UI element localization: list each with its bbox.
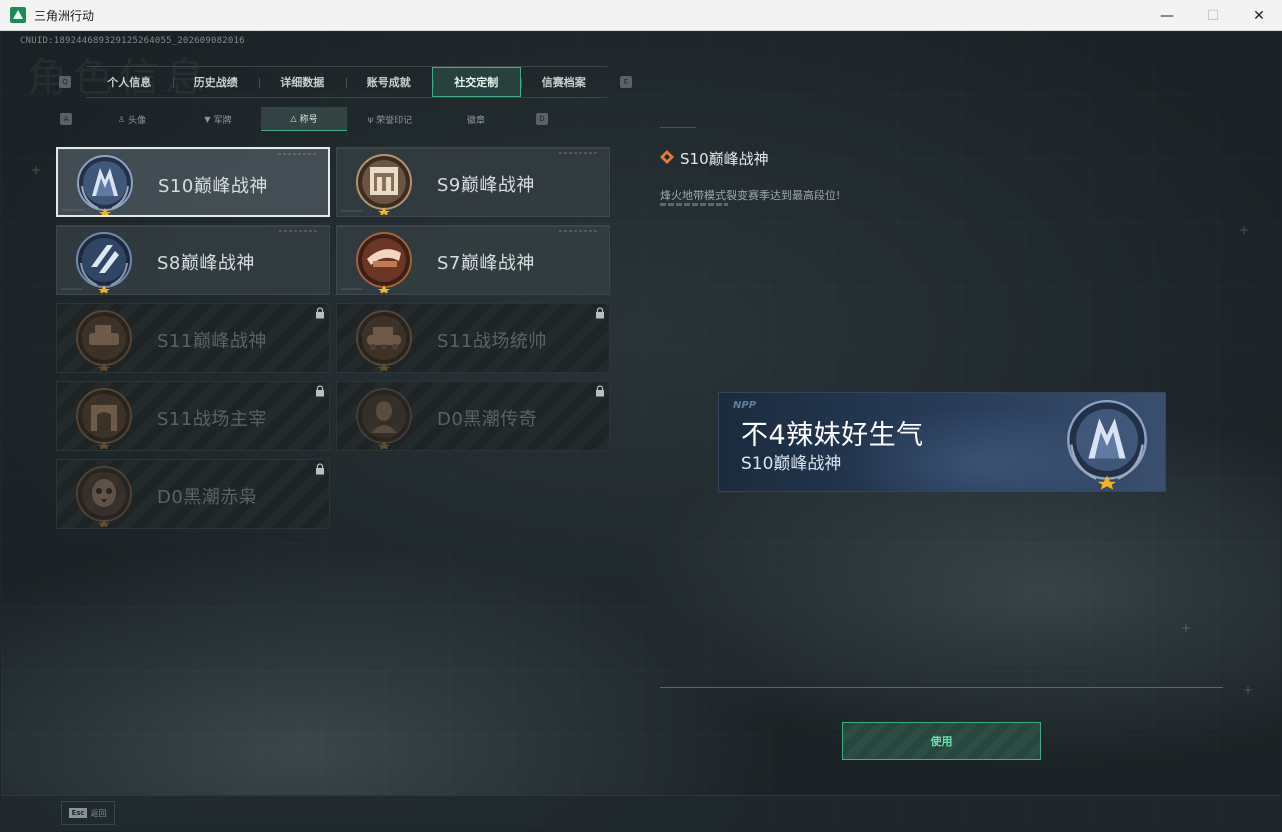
banner-title: S10巅峰战神 <box>741 454 842 474</box>
close-button[interactable]: ✕ <box>1236 0 1282 31</box>
s8-peak-badge-icon <box>76 232 132 293</box>
d0-legend-badge-icon <box>356 388 412 449</box>
subtab-honor[interactable]: ψ 荣誉印记 <box>347 107 433 131</box>
title-card[interactable]: S10巅峰战神 <box>56 147 330 217</box>
bottom-bar: Esc 返回 <box>1 795 1281 831</box>
title-card-label: D0黑潮赤枭 <box>157 487 258 508</box>
card-decoration <box>279 230 319 232</box>
s11-commander-badge-icon <box>356 310 412 371</box>
crosshair-icon: + <box>1181 621 1192 635</box>
card-decoration <box>559 230 599 232</box>
title-card-label: S8巅峰战神 <box>157 253 255 274</box>
crosshair-icon: + <box>1243 683 1254 697</box>
minimize-button[interactable]: — <box>1144 0 1190 31</box>
esc-key-hint: Esc <box>69 808 87 818</box>
lock-icon <box>596 307 604 319</box>
use-button[interactable]: 使用 <box>842 722 1041 760</box>
back-button-label: 返回 <box>90 808 107 818</box>
title-card-label: S7巅峰战神 <box>437 253 535 274</box>
subtab-dogtag[interactable]: ▼ 军牌 <box>175 107 261 131</box>
subtab-label: 荣誉印记 <box>376 115 413 126</box>
title-card-locked[interactable]: S11战场主宰 <box>56 381 330 451</box>
title-card-label: S11巅峰战神 <box>157 331 267 352</box>
title-card-label: S10巅峰战神 <box>158 176 268 197</box>
s11-peak-badge-icon <box>76 310 132 371</box>
main-tab-prev-key[interactable]: Q <box>59 76 71 88</box>
tab-social-custom[interactable]: 社交定制 <box>432 67 521 97</box>
action-divider <box>660 687 1223 688</box>
tab-achievements[interactable]: 账号成就 <box>345 67 433 97</box>
crosshair-icon: + <box>1239 223 1250 237</box>
title-card-locked[interactable]: D0黑潮传奇 <box>336 381 610 451</box>
subtab-label: 称号 <box>299 115 318 125</box>
window-titlebar: 三角洲行动 — ☐ ✕ <box>0 0 1282 31</box>
subtab-badge[interactable]: 徽章 <box>433 107 519 131</box>
card-decoration <box>337 226 609 227</box>
lock-icon <box>316 385 324 397</box>
s10-peak-badge-icon <box>1067 399 1147 490</box>
lock-icon <box>316 307 324 319</box>
triangle-icon: △ <box>290 114 297 123</box>
window-title: 三角洲行动 <box>34 8 95 23</box>
card-decoration <box>337 148 609 149</box>
d0-owl-badge-icon <box>76 466 132 527</box>
tab-history[interactable]: 历史战绩 <box>172 67 260 97</box>
main-tab-next-key[interactable]: E <box>620 76 632 88</box>
card-decoration <box>278 153 318 155</box>
lock-icon <box>596 385 604 397</box>
s10-peak-badge-icon <box>77 155 133 215</box>
maximize-button[interactable]: ☐ <box>1190 0 1236 31</box>
tab-personal-info[interactable]: 个人信息 <box>86 67 173 97</box>
subtab-avatar[interactable]: ♙ 头像 <box>89 107 175 131</box>
card-decoration <box>57 226 329 227</box>
subtab-title[interactable]: △ 称号 <box>261 107 347 131</box>
card-decoration <box>559 152 599 154</box>
card-decoration <box>58 149 328 150</box>
back-button[interactable]: Esc 返回 <box>61 801 115 825</box>
s11-dominator-badge-icon <box>76 388 132 449</box>
title-card[interactable]: S8巅峰战神 <box>56 225 330 295</box>
main-tabs: 个人信息 历史战绩 详细数据 账号成就 社交定制 信赛档案 <box>86 66 607 98</box>
subtab-label: 徽章 <box>466 115 485 126</box>
title-card-locked[interactable]: D0黑潮赤枭 <box>56 459 330 529</box>
honor-icon: ψ <box>367 114 374 124</box>
tab-detailed-data[interactable]: 详细数据 <box>259 67 346 97</box>
diamond-rank-icon <box>660 150 674 164</box>
detail-decoration <box>660 203 728 206</box>
title-banner-preview: NPP 不4辣妹好生气 S10巅峰战神 <box>718 392 1166 492</box>
subtab-label: 头像 <box>128 115 147 126</box>
sub-tabs: ♙ 头像 ▼ 军牌 △ 称号 ψ 荣誉印记 徽章 <box>89 107 521 131</box>
title-card-label: S11战场主宰 <box>157 409 267 430</box>
person-icon: ♙ <box>117 114 126 124</box>
dogtag-icon: ▼ <box>204 114 211 124</box>
banner-logo: NPP <box>733 400 757 411</box>
window-controls: — ☐ ✕ <box>1144 0 1282 31</box>
sub-tab-prev-key[interactable]: A <box>60 113 72 125</box>
detail-divider <box>660 127 696 128</box>
subtab-label: 军牌 <box>213 115 232 126</box>
title-card-label: D0黑潮传奇 <box>437 409 538 430</box>
game-window: + + + + 角色信息 CNUID:1892446893291252640​5… <box>1 31 1281 831</box>
title-card-label: S9巅峰战神 <box>437 175 535 196</box>
s7-peak-badge-icon <box>356 232 412 293</box>
title-card[interactable]: S7巅峰战神 <box>336 225 610 295</box>
detail-title: S10巅峰战神 <box>680 150 769 168</box>
sub-tab-next-key[interactable]: D <box>536 113 548 125</box>
lock-icon <box>316 463 324 475</box>
title-card[interactable]: S9巅峰战神 <box>336 147 610 217</box>
cnuid-label: CNUID:1892446893291252640​55_20260908201… <box>20 36 245 46</box>
detail-description: 烽火地带模式裂变赛季达到最高段位! <box>660 189 841 202</box>
app-logo-icon <box>10 7 26 23</box>
crosshair-icon: + <box>31 163 42 177</box>
title-card-locked[interactable]: S11战场统帅 <box>336 303 610 373</box>
s9-peak-badge-icon <box>356 154 412 215</box>
tab-career-archive[interactable]: 信赛档案 <box>520 67 608 97</box>
title-card-locked[interactable]: S11巅峰战神 <box>56 303 330 373</box>
title-card-label: S11战场统帅 <box>437 331 547 352</box>
banner-player-name: 不4辣妹好生气 <box>741 420 924 451</box>
